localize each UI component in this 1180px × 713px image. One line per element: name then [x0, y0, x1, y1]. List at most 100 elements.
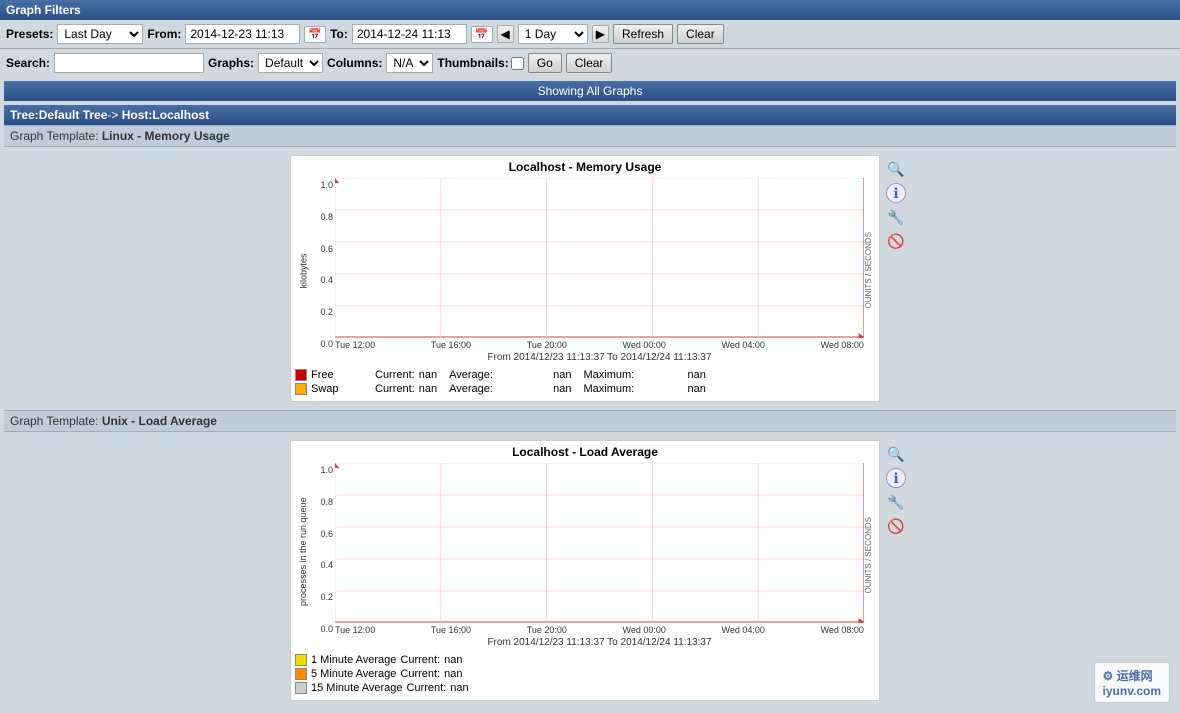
presets-select[interactable]: Last Day Last Week Last Month Last Year	[57, 24, 143, 44]
graph1-actions: 🔍 ℹ 🔧 🚫	[886, 155, 906, 251]
columns-select[interactable]: N/A 1 2 3	[386, 53, 433, 73]
clear-button-2[interactable]: Clear	[566, 53, 613, 73]
tree-host-bar: Tree:Default Tree-> Host:Localhost	[4, 105, 1176, 125]
graph1-chart: Tue 12:00 Tue 16:00 Tue 20:00 Wed 00:00 …	[335, 178, 864, 363]
prev-btn[interactable]: ◀	[497, 25, 514, 43]
graph2-delete-icon[interactable]: 🚫	[886, 516, 906, 536]
legend2-current-label-1: Current:	[400, 654, 440, 666]
showing-text: Showing All Graphs	[538, 84, 643, 98]
graph2-edit-icon[interactable]: 🔧	[886, 492, 906, 512]
graph1-info-icon[interactable]: ℹ	[886, 183, 906, 203]
tree-name: Default Tree	[39, 108, 108, 122]
graph1-timerange: From 2014/12/23 11:13:37 To 2014/12/24 1…	[335, 352, 864, 363]
legend1-avg-val: nan	[553, 369, 571, 381]
showing-bar: Showing All Graphs	[4, 81, 1176, 101]
refresh-button[interactable]: Refresh	[613, 24, 673, 44]
watermark-text: 运维网	[1117, 669, 1153, 683]
legend2-name-2: 5 Minute Average	[311, 668, 396, 680]
graph1-ylabel: kilobytes	[298, 253, 308, 288]
graph1-edit-icon[interactable]: 🔧	[886, 207, 906, 227]
legend2-current-val-1: nan	[444, 654, 462, 666]
legend2-current-label-2: Current:	[400, 668, 440, 680]
graph2-svg	[335, 463, 864, 623]
from-calendar-btn[interactable]: 📅	[304, 26, 326, 43]
graph2-legend-row-1: 1 Minute Average Current: nan	[295, 654, 875, 666]
graph1-ylabel-container: kilobytes	[295, 178, 311, 363]
to-calendar-btn[interactable]: 📅	[471, 26, 493, 43]
graph-template-bar-2: Graph Template: Unix - Load Average	[4, 410, 1176, 432]
filter-row-1: Presets: Last Day Last Week Last Month L…	[0, 20, 1180, 48]
watermark-subtext: iyunv.com	[1103, 684, 1161, 698]
graph1-zoom-icon[interactable]: 🔍	[886, 159, 906, 179]
graph-filters-panel: Graph Filters Presets: Last Day Last Wee…	[0, 0, 1180, 77]
timespan-select[interactable]: 1 Day 1 Week 1 Month	[518, 24, 588, 44]
clear-button-1[interactable]: Clear	[677, 24, 724, 44]
legend1-name-1: Free	[311, 369, 371, 381]
template2-label: Graph Template:	[10, 414, 102, 428]
graph2-area: processes in the run queue 1.0 0.8 0.6 0…	[295, 463, 875, 648]
legend2-current-val-3: nan	[450, 682, 468, 694]
from-label: From:	[147, 27, 181, 41]
from-input[interactable]	[185, 24, 300, 44]
thumbnails-label: Thumbnails:	[437, 56, 523, 70]
graph2-ylabel-container: processes in the run queue	[295, 463, 311, 648]
graph1-area: kilobytes 1.0 0.8 0.6 0.4 0.2 0.0	[295, 178, 875, 363]
graph2-title: Localhost - Load Average	[295, 445, 875, 459]
graph2-actions: 🔍 ℹ 🔧 🚫	[886, 440, 906, 536]
legend1-avg-val-2: nan	[553, 383, 571, 395]
thumbnails-checkbox[interactable]	[511, 57, 524, 70]
to-label: To:	[330, 27, 348, 41]
graph2-xlabels: Tue 12:00 Tue 16:00 Tue 20:00 Wed 00:00 …	[335, 625, 864, 635]
template2-value: Unix - Load Average	[102, 414, 217, 428]
graph-section-2: Localhost - Load Average processes in th…	[4, 436, 1176, 705]
legend1-max-label-2: Maximum:	[583, 383, 683, 395]
search-label: Search:	[6, 56, 50, 70]
template1-label: Graph Template:	[10, 129, 102, 143]
graph1-legend-row-2: Swap Current: nan Average: nan Maximum: …	[295, 383, 875, 395]
graph-box-1: Localhost - Memory Usage kilobytes 1.0 0…	[290, 155, 880, 402]
host-prefix: Host:	[122, 108, 153, 122]
legend2-current-label-3: Current:	[407, 682, 447, 694]
graph2-timerange: From 2014/12/23 11:13:37 To 2014/12/24 1…	[335, 637, 864, 648]
go-button[interactable]: Go	[528, 53, 562, 73]
tree-arrow: ->	[107, 108, 121, 122]
legend2-color-3	[295, 682, 307, 694]
search-input[interactable]	[54, 53, 204, 73]
legend1-current-val: nan	[419, 369, 437, 381]
graph1-xlabels: Tue 12:00 Tue 16:00 Tue 20:00 Wed 00:00 …	[335, 340, 864, 350]
next-btn[interactable]: ▶	[592, 25, 609, 43]
legend1-color-2	[295, 383, 307, 395]
graph2-legend-row-3: 15 Minute Average Current: nan	[295, 682, 875, 694]
columns-label: Columns:	[327, 56, 382, 70]
graph-container-2: Localhost - Load Average processes in th…	[4, 436, 1176, 705]
legend2-color-1	[295, 654, 307, 666]
legend1-max-label: Maximum:	[583, 369, 683, 381]
legend1-max-val-2: nan	[687, 383, 705, 395]
graph2-rotate-label: OUNITS / SECONDS	[864, 517, 873, 593]
legend1-name-2: Swap	[311, 383, 371, 395]
graph1-svg	[335, 178, 864, 338]
legend1-max-val: nan	[687, 369, 705, 381]
legend2-current-val-2: nan	[444, 668, 462, 680]
graph2-chart: Tue 12:00 Tue 16:00 Tue 20:00 Wed 00:00 …	[335, 463, 864, 648]
legend1-avg-label: Average:	[449, 369, 549, 381]
filter-row-2: Search: Graphs: Default Columns: N/A 1 2…	[0, 49, 1180, 77]
legend2-name-1: 1 Minute Average	[311, 654, 396, 666]
legend1-current-label: Current:	[375, 369, 415, 381]
graph1-yvalues: 1.0 0.8 0.6 0.4 0.2 0.0	[311, 178, 335, 363]
graph-container-1: Localhost - Memory Usage kilobytes 1.0 0…	[4, 151, 1176, 406]
to-input[interactable]	[352, 24, 467, 44]
watermark-logo: ⚙	[1103, 669, 1114, 683]
graph2-legend: 1 Minute Average Current: nan 5 Minute A…	[295, 654, 875, 694]
graph2-legend-row-2: 5 Minute Average Current: nan	[295, 668, 875, 680]
tree-prefix: Tree:	[10, 108, 39, 122]
graph1-delete-icon[interactable]: 🚫	[886, 231, 906, 251]
host-name: Localhost	[152, 108, 209, 122]
legend1-current-label-2: Current:	[375, 383, 415, 395]
graph-template-bar-1: Graph Template: Linux - Memory Usage	[4, 125, 1176, 147]
graph2-info-icon[interactable]: ℹ	[886, 468, 906, 488]
graph-section-1: Localhost - Memory Usage kilobytes 1.0 0…	[4, 151, 1176, 406]
graph1-rotate-label: OUNITS / SECONDS	[864, 232, 873, 308]
graph2-zoom-icon[interactable]: 🔍	[886, 444, 906, 464]
graphs-select[interactable]: Default	[258, 53, 323, 73]
